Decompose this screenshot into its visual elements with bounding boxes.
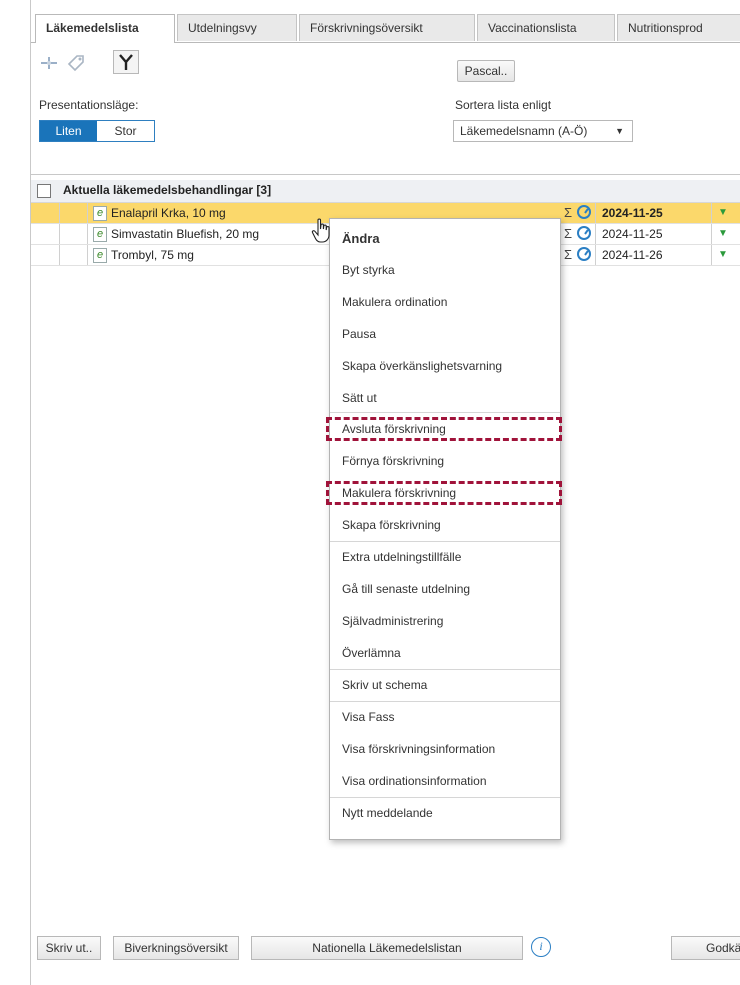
menu-item-visa-forskrivningsinformation[interactable]: Visa förskrivningsinformation [342,742,495,756]
menu-item-nytt-meddelande[interactable]: Nytt meddelande [342,806,433,820]
menu-item-pausa[interactable]: Pausa [342,327,376,341]
start-date: 2024-11-25 [602,206,663,220]
context-menu: Ändra Byt styrka Makulera ordination Pau… [326,218,562,840]
prescription-e-icon: e [93,248,107,263]
clock-icon [577,247,591,261]
menu-item-extra-utdelningstillfalle[interactable]: Extra utdelningstillfälle [342,550,461,564]
group-header: Aktuella läkemedelsbehandlingar [3] [31,180,740,203]
presentation-mode-toggle: Liten Stor [39,120,155,142]
tab-nutritionsprodukter[interactable]: Nutritionsprod [617,14,740,41]
list-divider [31,174,740,175]
side-effects-button[interactable]: Biverkningsöversikt [113,936,239,960]
clock-icon [577,205,591,219]
menu-separator [330,797,560,798]
menu-item-visa-fass[interactable]: Visa Fass [342,710,394,724]
menu-item-andra[interactable]: Ändra [342,231,380,246]
start-date: 2024-11-26 [602,248,663,262]
sigma-icon: Σ [564,247,573,262]
sort-select[interactable]: Läkemedelsnamn (A-Ö) ▼ [453,120,633,142]
group-checkbox[interactable] [37,184,51,198]
menu-item-sjalvadministrering[interactable]: Självadministrering [342,614,443,628]
mode-small-button[interactable]: Liten [40,121,97,141]
menu-item-skapa-forskrivning[interactable]: Skapa förskrivning [342,518,441,532]
paused-clock-icon [577,226,591,240]
tag-icon[interactable] [65,52,87,77]
row-dropdown-icon[interactable]: ▼ [718,203,728,223]
menu-item-skapa-overkanslighetsvarning[interactable]: Skapa överkänslighetsvarning [342,359,502,373]
presentation-mode-label: Presentationsläge: [39,98,139,112]
add-split-icon[interactable] [39,54,59,75]
info-icon[interactable]: i [531,937,551,957]
drug-name: Simvastatin Bluefish, 20 mg [111,227,260,241]
print-button[interactable]: Skriv ut.. [37,936,101,960]
group-title: Aktuella läkemedelsbehandlingar [3] [63,183,272,197]
tab-utdelningsvy[interactable]: Utdelningsvy [177,14,297,41]
menu-item-overlamna[interactable]: Överlämna [342,646,401,660]
sort-label: Sortera lista enligt [455,98,552,112]
sort-select-value: Läkemedelsnamn (A-Ö) [460,124,588,138]
menu-item-ga-till-senaste-utdelning[interactable]: Gå till senaste utdelning [342,582,470,596]
menu-item-avsluta-forskrivning[interactable]: Avsluta förskrivning [342,422,446,436]
row-dropdown-icon[interactable]: ▼ [718,224,728,244]
menu-item-visa-ordinationsinformation[interactable]: Visa ordinationsinformation [342,774,487,788]
start-date: 2024-11-25 [602,227,663,241]
menu-separator [330,701,560,702]
approve-button[interactable]: Godkän [671,936,740,960]
mode-large-button[interactable]: Stor [97,121,154,141]
chevron-down-icon: ▼ [615,126,624,136]
tab-bar: Läkemedelslista Utdelningsvy Förskrivnin… [31,14,740,43]
tab-lakemedelslista[interactable]: Läkemedelslista [35,14,175,43]
menu-item-satt-ut[interactable]: Sätt ut [342,391,377,405]
filter-fork-icon[interactable] [113,50,139,74]
menu-separator [330,669,560,670]
medication-window: Läkemedelslista Utdelningsvy Förskrivnin… [30,0,740,985]
drug-name: Trombyl, 75 mg [111,248,194,262]
menu-item-makulera-forskrivning[interactable]: Makulera förskrivning [342,486,456,500]
sigma-icon: Σ [564,205,573,220]
menu-item-makulera-ordination[interactable]: Makulera ordination [342,295,447,309]
sigma-icon: Σ [564,226,573,241]
tab-forskrivningsoversikt[interactable]: Förskrivningsöversikt [299,14,475,41]
prescription-e-icon: e [93,227,107,242]
hand-cursor-icon [311,218,335,247]
menu-separator [330,412,560,413]
row-dropdown-icon[interactable]: ▼ [718,245,728,265]
pascal-button[interactable]: Pascal.. [457,60,515,82]
menu-item-fornya-forskrivning[interactable]: Förnya förskrivning [342,454,444,468]
menu-item-byt-styrka[interactable]: Byt styrka [342,263,395,277]
prescription-e-icon: e [93,206,107,221]
drug-name: Enalapril Krka, 10 mg [111,206,226,220]
menu-separator [330,541,560,542]
national-medication-list-button[interactable]: Nationella Läkemedelslistan [251,936,523,960]
tab-vaccinationslista[interactable]: Vaccinationslista [477,14,615,41]
menu-item-skriv-ut-schema[interactable]: Skriv ut schema [342,678,427,692]
